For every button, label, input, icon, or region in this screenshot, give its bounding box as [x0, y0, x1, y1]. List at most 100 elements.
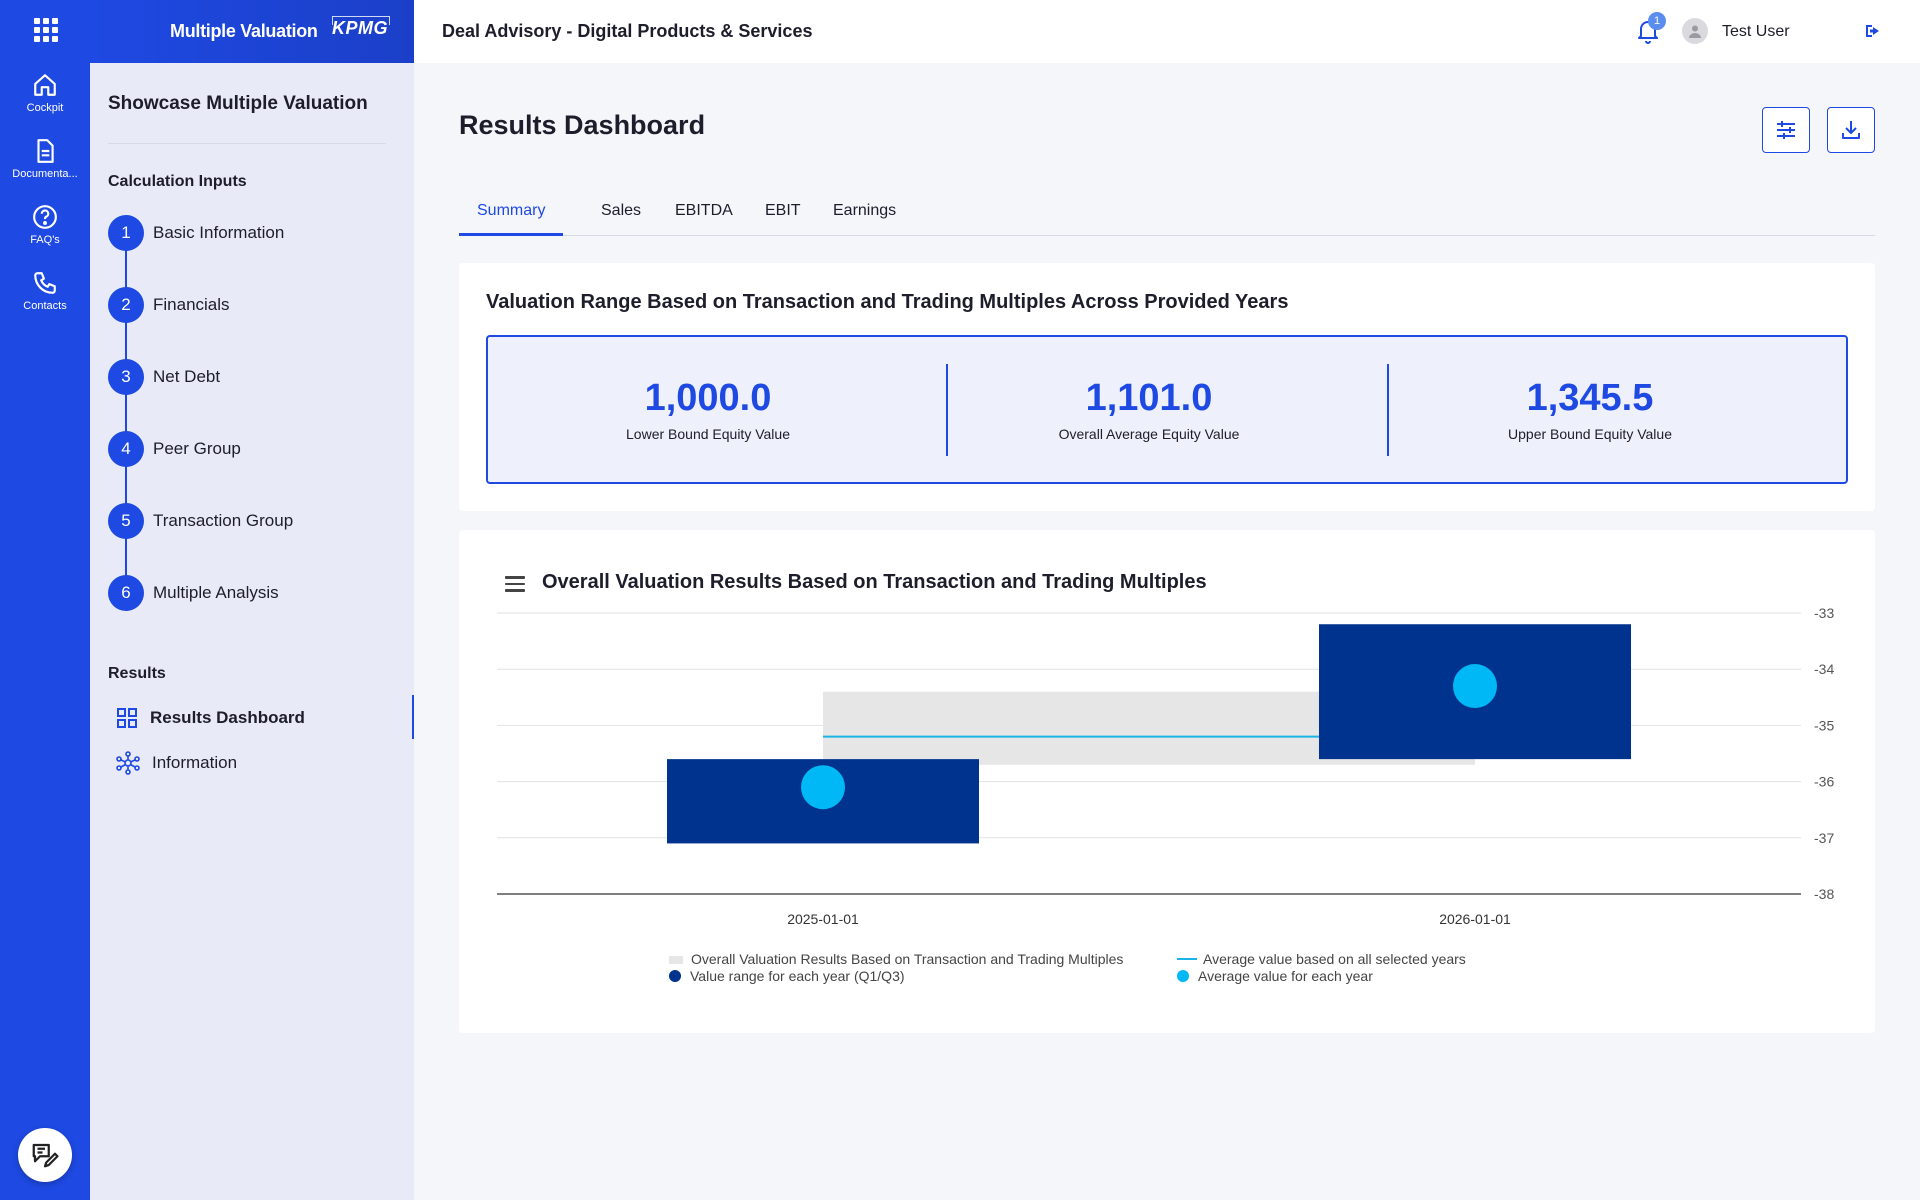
- kpi-upper-bound: 1,345.5 Upper Bound Equity Value: [1370, 337, 1810, 482]
- x-tick-label: 2026-01-01: [1439, 911, 1511, 927]
- notification-badge: 1: [1648, 12, 1666, 30]
- step-number: 6: [108, 575, 144, 611]
- kpi-label: Lower Bound Equity Value: [626, 426, 790, 442]
- rail-label: Cockpit: [26, 102, 64, 114]
- rail-item-documentation[interactable]: Documenta...: [0, 138, 90, 180]
- legend-label: Average value based on all selected year…: [1203, 951, 1466, 967]
- legend-label: Value range for each year (Q1/Q3): [690, 968, 905, 984]
- sidebar-item-information[interactable]: Information: [116, 748, 237, 778]
- step-label: Peer Group: [153, 439, 241, 458]
- app-header: Multiple Valuation KPMG: [90, 0, 414, 63]
- filter-settings-button[interactable]: [1762, 107, 1810, 153]
- grid-icon: [117, 708, 137, 728]
- top-header: Deal Advisory - Digital Products & Servi…: [414, 0, 1920, 63]
- legend-swatch-average-each: [1177, 970, 1189, 982]
- feedback-button[interactable]: [18, 1128, 72, 1182]
- rail-item-faq[interactable]: FAQ's: [0, 204, 90, 246]
- avatar[interactable]: [1682, 18, 1708, 44]
- step-number: 3: [108, 359, 144, 395]
- kpi-value: 1,101.0: [1085, 377, 1213, 419]
- rail-item-cockpit[interactable]: Cockpit: [0, 72, 90, 114]
- app-launcher-icon[interactable]: [34, 18, 58, 42]
- sidebar-item-label: Information: [152, 753, 238, 772]
- step-net-debt[interactable]: 3 Net Debt: [108, 359, 398, 395]
- sidebar-title: Showcase Multiple Valuation: [108, 93, 368, 114]
- rail-item-contacts[interactable]: Contacts: [0, 270, 90, 312]
- legend-label: Overall Valuation Results Based on Trans…: [691, 951, 1124, 967]
- y-tick-label: -35: [1814, 717, 1834, 733]
- left-rail: Cockpit Documenta... FAQ's Contacts: [0, 0, 90, 1200]
- download-icon: [1842, 121, 1860, 139]
- kpi-value: 1,000.0: [644, 377, 772, 419]
- kpmg-logo: KPMG: [332, 16, 390, 38]
- legend-item-overall[interactable]: Overall Valuation Results Based on Trans…: [669, 951, 1123, 967]
- download-button[interactable]: [1827, 107, 1875, 153]
- result-tabs: Summary Sales EBITDA EBIT Earnings: [459, 196, 1875, 236]
- phone-icon: [34, 272, 56, 294]
- page-title: Results Dashboard: [459, 110, 706, 140]
- step-label: Basic Information: [153, 223, 285, 242]
- feedback-icon: [32, 1143, 59, 1168]
- rail-label: Documenta...: [12, 168, 78, 180]
- step-number: 1: [108, 215, 144, 251]
- y-tick-label: -33: [1814, 605, 1834, 621]
- sidebar-divider: [108, 143, 386, 144]
- logout-icon[interactable]: [1864, 22, 1882, 40]
- valuation-range-title: Valuation Range Based on Transaction and…: [486, 291, 1289, 313]
- kpi-average: 1,101.0 Overall Average Equity Value: [929, 337, 1369, 482]
- help-icon: [33, 205, 57, 229]
- kpi-value: 1,345.5: [1526, 377, 1654, 419]
- kpi-lower-bound: 1,000.0 Lower Bound Equity Value: [488, 337, 928, 482]
- app-title: Multiple Valuation: [170, 21, 318, 41]
- sidebar: Showcase Multiple Valuation Calculation …: [90, 63, 414, 1200]
- header-title: Deal Advisory - Digital Products & Servi…: [442, 21, 813, 41]
- step-label: Financials: [153, 295, 230, 314]
- y-tick-label: -34: [1814, 661, 1834, 677]
- step-number: 2: [108, 287, 144, 323]
- step-peer-group[interactable]: 4 Peer Group: [108, 431, 398, 467]
- rail-label: FAQ's: [30, 234, 60, 246]
- legend-item-average-all[interactable]: Average value based on all selected year…: [1177, 951, 1466, 967]
- step-number: 4: [108, 431, 144, 467]
- tab-earnings[interactable]: Earnings: [815, 196, 914, 236]
- tab-summary[interactable]: Summary: [459, 196, 564, 236]
- step-financials[interactable]: 2 Financials: [108, 287, 398, 323]
- average-value-dot: [1453, 664, 1497, 709]
- y-tick-label: -38: [1814, 886, 1834, 902]
- legend-item-value-range[interactable]: Value range for each year (Q1/Q3): [669, 968, 905, 984]
- legend-label: Average value for each year: [1198, 968, 1373, 984]
- tab-ebit[interactable]: EBIT: [747, 196, 819, 236]
- active-indicator: [412, 695, 414, 739]
- kpi-label: Upper Bound Equity Value: [1508, 426, 1672, 442]
- rail-label: Contacts: [23, 300, 67, 312]
- average-value-dot: [801, 765, 845, 810]
- tab-ebitda[interactable]: EBITDA: [657, 196, 751, 236]
- y-tick-label: -36: [1814, 774, 1834, 790]
- y-tick-label: -37: [1814, 830, 1834, 846]
- sliders-icon: [1777, 121, 1795, 139]
- legend-swatch-average-all: [1177, 958, 1197, 960]
- results-heading: Results: [108, 665, 166, 682]
- valuation-range-card: Valuation Range Based on Transaction and…: [459, 263, 1875, 511]
- legend-item-average-each[interactable]: Average value for each year: [1177, 968, 1373, 984]
- step-label: Transaction Group: [153, 511, 294, 530]
- calculation-inputs-heading: Calculation Inputs: [108, 173, 247, 190]
- kpi-box: 1,000.0 Lower Bound Equity Value 1,101.0…: [486, 335, 1848, 484]
- network-icon: [116, 751, 140, 775]
- user-name[interactable]: Test User: [1722, 0, 1790, 63]
- sidebar-item-results-dashboard[interactable]: Results Dashboard: [116, 703, 305, 733]
- legend-swatch-overall: [669, 956, 683, 964]
- document-icon: [37, 139, 54, 163]
- kpi-label: Overall Average Equity Value: [1058, 426, 1240, 442]
- legend-swatch-value-range: [669, 970, 681, 982]
- step-multiple-analysis[interactable]: 6 Multiple Analysis: [108, 575, 398, 611]
- user-icon: [1689, 25, 1701, 38]
- tab-sales[interactable]: Sales: [583, 196, 659, 236]
- step-transaction-group[interactable]: 5 Transaction Group: [108, 503, 398, 539]
- step-basic-information[interactable]: 1 Basic Information: [108, 215, 398, 251]
- step-label: Net Debt: [153, 367, 221, 386]
- step-number: 5: [108, 503, 144, 539]
- x-tick-label: 2025-01-01: [787, 911, 859, 927]
- home-icon: [34, 74, 56, 96]
- chart-card: Overall Valuation Results Based on Trans…: [459, 530, 1875, 1033]
